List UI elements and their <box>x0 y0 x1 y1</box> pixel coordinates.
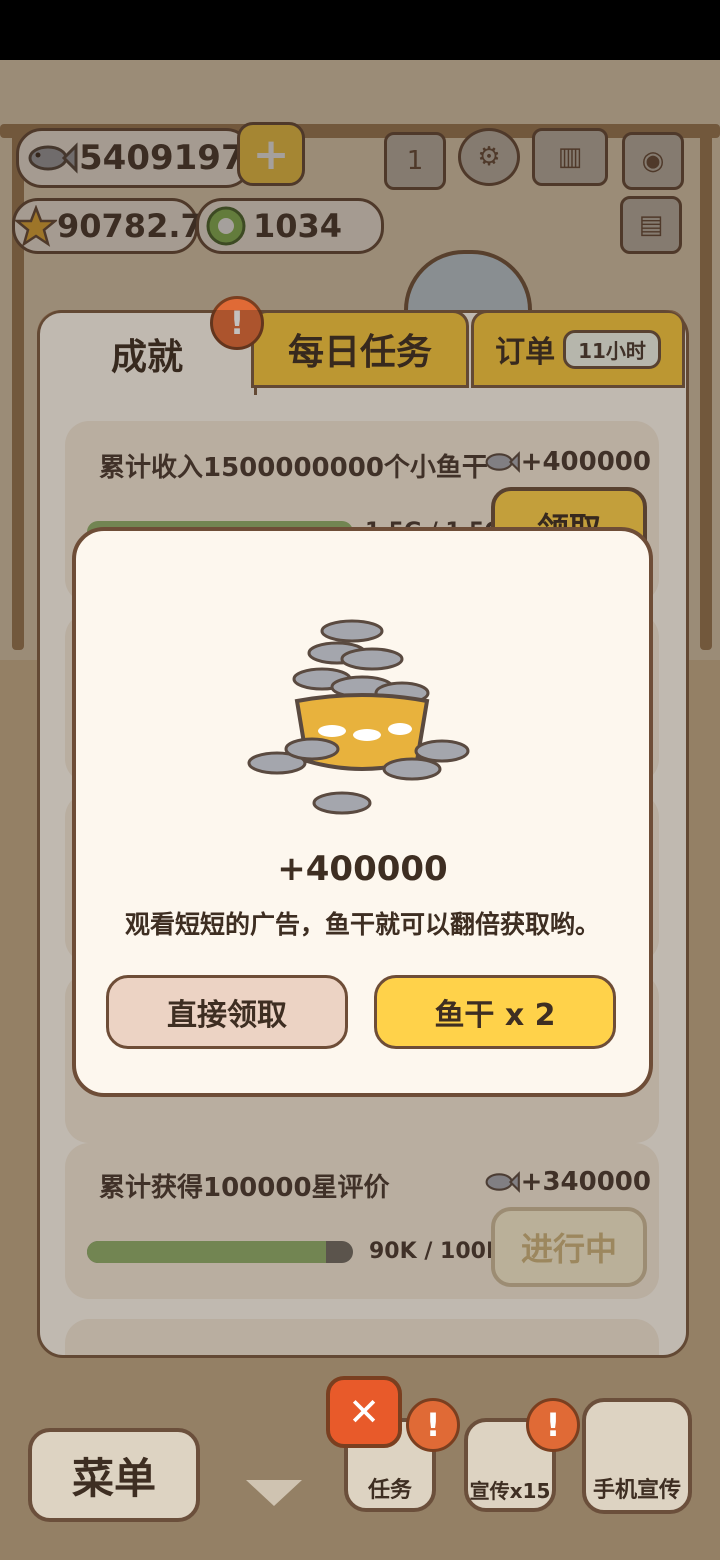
alert-icon: ! <box>526 1398 580 1452</box>
collect-button[interactable]: 直接领取 <box>106 975 348 1049</box>
reward-amount: +400000 <box>277 849 448 889</box>
fish-bowl-icon <box>247 619 470 815</box>
close-icon: ✕ <box>348 1390 380 1434</box>
phone-promo-button[interactable]: 手机宣传 <box>582 1398 692 1514</box>
alert-icon: ! <box>406 1398 460 1452</box>
close-button[interactable]: ✕ <box>326 1376 402 1448</box>
collapse-icon[interactable] <box>246 1480 302 1506</box>
reward-description: 观看短短的广告，鱼干就可以翻倍获取哟。 <box>124 910 600 939</box>
reward-dialog: +400000 观看短短的广告，鱼干就可以翻倍获取哟。 直接领取 鱼干 x 2 <box>72 527 653 1097</box>
game-screen: 5409197 + 90782.7 1034 1 ⚙ ▥ ◉ ▤ 累计收入150… <box>0 60 720 1560</box>
double-reward-button[interactable]: 鱼干 x 2 <box>374 975 616 1049</box>
menu-button[interactable]: 菜单 <box>28 1428 200 1522</box>
